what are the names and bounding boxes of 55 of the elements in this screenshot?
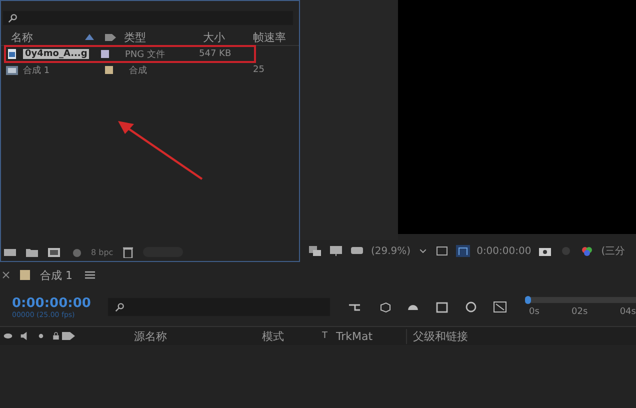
region-icon[interactable] [434, 245, 449, 257]
column-header[interactable]: 帧速率 [253, 30, 286, 44]
column-header[interactable]: 源名称 [76, 328, 256, 344]
tag-icon[interactable] [105, 32, 116, 42]
tag-icon[interactable] [62, 330, 76, 342]
menu-icon[interactable] [82, 269, 96, 281]
graph-editor-icon[interactable] [493, 301, 507, 313]
time-ruler[interactable] [525, 297, 636, 303]
eye-icon[interactable] [2, 331, 14, 341]
camera-icon[interactable] [538, 245, 552, 257]
composition-tab[interactable]: 合成 1 [40, 268, 72, 282]
lock-icon[interactable] [51, 331, 61, 341]
time-tick: 0s [529, 307, 540, 317]
zoom-level[interactable]: (29.9%) [371, 246, 411, 256]
sort-arrow-icon[interactable] [85, 34, 94, 40]
column-header[interactable]: 父级和链接 [406, 328, 468, 344]
column-header[interactable]: TrkMat [336, 330, 406, 342]
label-swatch[interactable] [101, 50, 109, 58]
search-field[interactable] [108, 298, 330, 316]
image-file-icon [5, 48, 19, 60]
time-tick: 02s [572, 307, 588, 317]
label-swatch [20, 270, 30, 280]
item-fps: 25 [252, 65, 266, 75]
bit-depth-label[interactable]: 8 bpc [91, 248, 114, 256]
label-swatch[interactable] [105, 66, 113, 74]
view-layout[interactable]: (三分 [601, 244, 626, 258]
item-size: 547 KB [198, 49, 232, 59]
close-icon[interactable] [2, 271, 10, 279]
project-row[interactable]: 合成 1 合成 25 [1, 62, 299, 78]
item-name: 合成 1 [23, 64, 50, 76]
search-icon[interactable] [114, 302, 126, 312]
preview-icon[interactable] [308, 245, 322, 257]
item-type: 合成 [129, 64, 147, 76]
highlight-frame[interactable]: 0y4mo_A...g PNG 文件 547 KB [5, 46, 255, 62]
trash-icon[interactable] [121, 246, 136, 258]
time-tick: 04s [620, 307, 636, 317]
frames-icon[interactable] [435, 301, 449, 313]
search-field[interactable] [3, 11, 293, 25]
column-header[interactable]: 模式 [256, 328, 322, 344]
playhead[interactable] [525, 296, 531, 304]
column-header[interactable]: 名称 [11, 30, 33, 44]
item-type: PNG 文件 [125, 48, 165, 60]
current-time[interactable]: 0:00:00:00 [12, 296, 112, 310]
search-icon[interactable] [7, 13, 19, 23]
composition-icon [5, 64, 19, 76]
item-name: 0y4mo_A...g [23, 49, 90, 59]
folder-icon[interactable] [25, 246, 39, 258]
column-header[interactable]: 类型 [124, 30, 146, 44]
column-header[interactable]: 大小 [203, 30, 225, 44]
monitor-icon[interactable] [329, 245, 343, 257]
viewer-timecode[interactable]: 0:00:00:00 [476, 246, 532, 256]
color-channels-icon[interactable] [580, 245, 594, 257]
solo-dot-icon[interactable] [36, 331, 46, 341]
composition-icon[interactable] [47, 246, 61, 258]
column-header[interactable]: T [322, 331, 336, 341]
